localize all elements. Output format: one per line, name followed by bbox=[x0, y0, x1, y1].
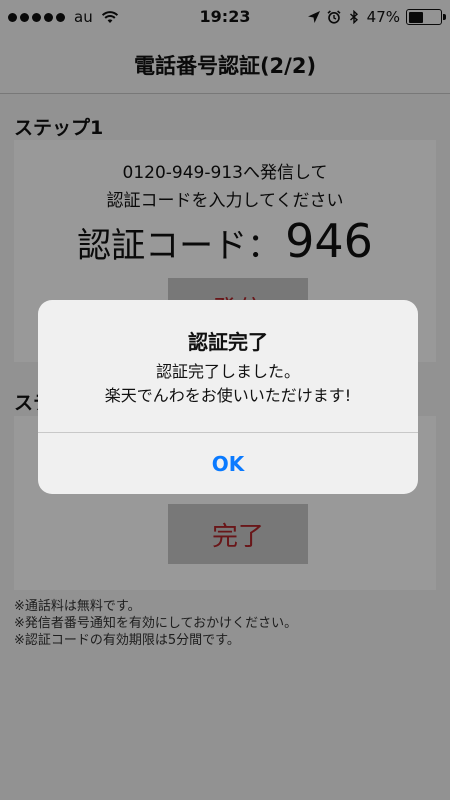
alert-message-line2: 楽天でんわをお使いいただけます! bbox=[104, 386, 352, 405]
alert-dialog: 認証完了 認証完了しました。 楽天でんわをお使いいただけます! OK bbox=[38, 300, 418, 494]
alert-message-line1: 認証完了しました。 bbox=[155, 362, 300, 381]
ok-button[interactable]: OK bbox=[38, 433, 418, 494]
alert-title: 認証完了 bbox=[188, 330, 268, 354]
